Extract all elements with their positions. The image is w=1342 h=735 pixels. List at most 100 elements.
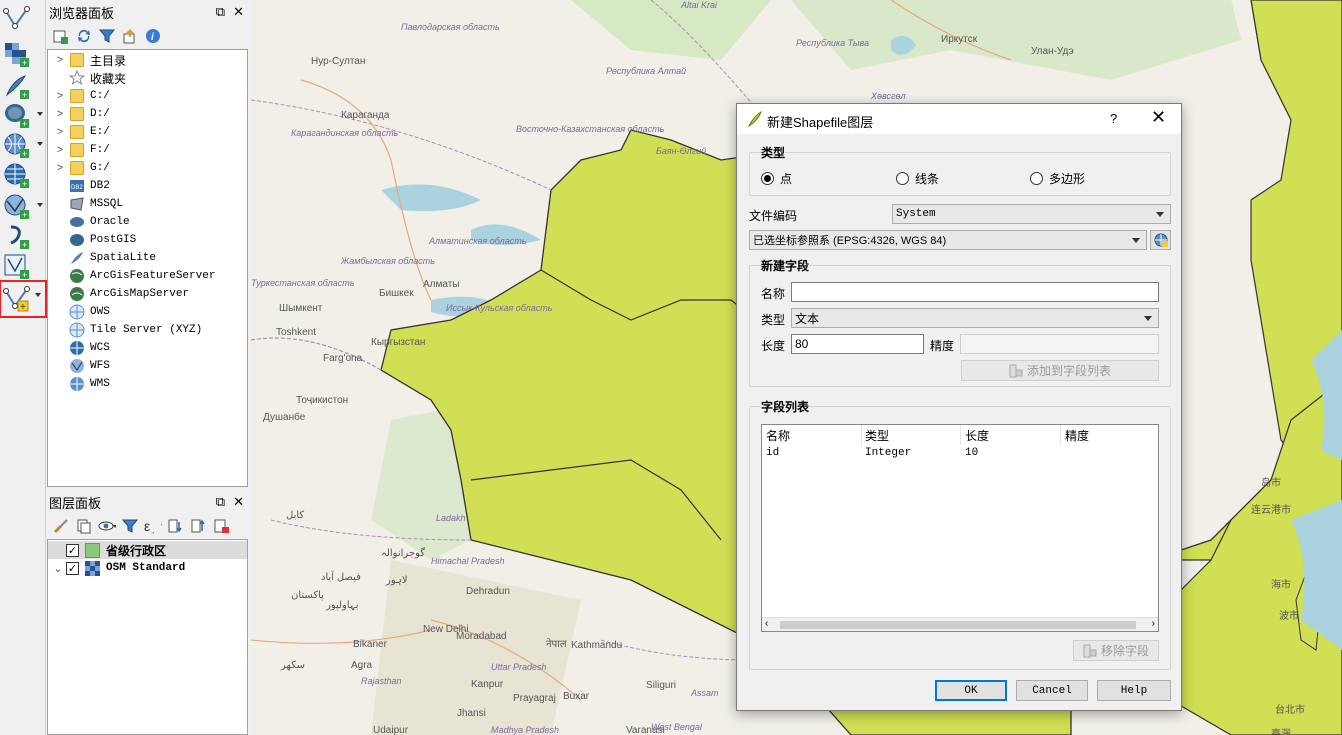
browser-item[interactable]: OWS (48, 303, 247, 321)
ok-button[interactable]: OK (935, 680, 1007, 701)
crs-selector-button[interactable] (1150, 230, 1171, 250)
column-header-precision[interactable]: 精度 (1061, 425, 1158, 445)
help-button[interactable]: Help (1097, 680, 1171, 701)
field-precision-input[interactable] (960, 334, 1159, 354)
browser-item[interactable]: ArcGisFeatureServer (48, 267, 247, 285)
column-header-name[interactable]: 名称 (762, 425, 862, 445)
column-header-type[interactable]: 类型 (861, 425, 961, 445)
browser-item[interactable]: Oracle (48, 213, 247, 231)
scrollbar-thumb[interactable] (780, 621, 1136, 629)
add-mesh-layer-button[interactable]: + (3, 72, 43, 100)
layer-styling-brush-icon[interactable] (52, 517, 70, 535)
browser-item[interactable]: > 主目录 (48, 51, 247, 69)
encoding-select[interactable]: System (892, 204, 1171, 224)
expand-arrow-icon[interactable]: > (52, 90, 68, 102)
radio-point[interactable]: 点 (761, 170, 792, 187)
float-panel-icon[interactable]: ⧉ (216, 4, 225, 20)
add-virtual-layer-button[interactable]: + (3, 252, 43, 280)
refresh-icon[interactable] (75, 27, 93, 45)
browser-item[interactable]: WFS (48, 357, 247, 375)
xyz-icon (68, 322, 86, 338)
scroll-left-icon[interactable]: ‹ (765, 618, 768, 629)
map-place-label: Madhya Pradesh (491, 725, 560, 735)
add-wms-layer-button[interactable]: + (3, 131, 43, 159)
add-wfs-layer-button[interactable]: + (3, 192, 43, 220)
expand-arrow-icon[interactable]: > (52, 108, 68, 120)
browser-item[interactable]: PostGIS (48, 231, 247, 249)
filter-legend-icon[interactable] (121, 517, 139, 535)
remove-field-button[interactable]: 移除字段 (1073, 640, 1159, 661)
browser-item[interactable]: > D:/ (48, 105, 247, 123)
expand-arrow-icon[interactable]: > (52, 144, 68, 156)
add-vector-layer-button[interactable] (3, 5, 43, 33)
browser-item[interactable]: > G:/ (48, 159, 247, 177)
chevron-down-icon[interactable] (37, 203, 43, 207)
new-shapefile-layer-button[interactable]: + (0, 280, 47, 318)
filter-expression-icon[interactable]: ε, (144, 517, 162, 535)
collapse-all-icon[interactable] (190, 517, 208, 535)
map-place-label: Туркестанская область (251, 278, 355, 288)
close-panel-icon[interactable]: ✕ (233, 4, 244, 20)
add-selected-layers-icon[interactable] (52, 27, 70, 45)
browser-item[interactable]: WMS (48, 375, 247, 393)
close-panel-icon[interactable]: ✕ (233, 494, 244, 510)
layer-item[interactable]: ✓ 省级行政区 (48, 541, 247, 559)
browser-item[interactable]: > E:/ (48, 123, 247, 141)
expand-arrow-icon[interactable]: > (52, 126, 68, 138)
browser-item[interactable]: WCS (48, 339, 247, 357)
map-place-label: Uttar Pradesh (491, 662, 547, 672)
add-wcs-layer-button[interactable]: + (3, 161, 43, 189)
browser-item[interactable]: Tile Server (XYZ) (48, 321, 247, 339)
data-source-toolbar: + + + + + + + + + (0, 0, 47, 735)
layer-item[interactable]: ⌄ ✓ OSM Standard (48, 559, 247, 577)
field-length-input[interactable]: 80 (791, 334, 924, 354)
expand-arrow-icon[interactable]: > (52, 162, 68, 174)
map-place-label: Rajasthan (361, 676, 402, 686)
horizontal-scrollbar[interactable]: ‹ › (762, 617, 1158, 631)
chevron-down-icon[interactable] (37, 142, 43, 146)
add-delimited-text-button[interactable]: + (3, 222, 43, 250)
expand-all-icon[interactable] (167, 517, 185, 535)
add-postgis-layer-button[interactable]: + (3, 101, 43, 129)
crs-value: 已选坐标参照系 (EPSG:4326, WGS 84) (753, 235, 947, 247)
close-icon[interactable]: ✕ (1151, 107, 1166, 128)
browser-item[interactable]: DB2 DB2 (48, 177, 247, 195)
info-icon[interactable]: i (144, 27, 162, 45)
scroll-right-icon[interactable]: › (1152, 618, 1155, 629)
remove-layer-icon[interactable] (213, 517, 231, 535)
chevron-down-icon[interactable] (35, 293, 41, 297)
browser-item-label: SpatiaLite (90, 252, 157, 264)
radio-polygon[interactable]: 多边形 (1030, 170, 1085, 187)
field-name-input[interactable] (791, 282, 1159, 302)
cancel-button[interactable]: Cancel (1016, 680, 1088, 701)
layer-visibility-checkbox[interactable]: ✓ (66, 543, 79, 557)
browser-item[interactable]: MSSQL (48, 195, 247, 213)
add-group-icon[interactable] (75, 517, 93, 535)
field-list-table[interactable]: 名称 类型 长度 精度 id Integer 10 ‹ › (761, 424, 1159, 632)
radio-line[interactable]: 线条 (896, 170, 939, 187)
filter-icon[interactable] (98, 27, 116, 45)
add-to-field-list-button[interactable]: 添加到字段列表 (961, 360, 1159, 381)
raster-layer-icon: + (5, 43, 29, 67)
help-icon[interactable]: ? (1110, 111, 1117, 126)
float-panel-icon[interactable]: ⧉ (216, 494, 225, 510)
field-type-select[interactable]: 文本 (791, 308, 1159, 328)
svg-text:+: + (22, 240, 27, 249)
map-place-label: Улан-Удэ (1031, 46, 1074, 57)
layer-visibility-checkbox[interactable]: ✓ (66, 561, 79, 575)
new-field-group-label: 新建字段 (761, 257, 810, 274)
quill-icon: + (5, 75, 29, 99)
collapse-all-icon[interactable] (121, 27, 139, 45)
expand-arrow-icon[interactable]: > (52, 54, 68, 66)
expand-arrow-icon[interactable]: ⌄ (50, 562, 66, 575)
browser-item[interactable]: 收藏夹 (48, 69, 247, 87)
column-header-length[interactable]: 长度 (961, 425, 1061, 445)
browser-item[interactable]: > F:/ (48, 141, 247, 159)
add-raster-layer-button[interactable]: + (3, 40, 43, 68)
crs-select[interactable]: 已选坐标参照系 (EPSG:4326, WGS 84) (749, 230, 1147, 250)
visibility-eye-icon[interactable] (98, 517, 116, 535)
chevron-down-icon[interactable] (37, 112, 43, 116)
browser-item[interactable]: SpatiaLite (48, 249, 247, 267)
browser-item[interactable]: > C:/ (48, 87, 247, 105)
browser-item[interactable]: ArcGisMapServer (48, 285, 247, 303)
